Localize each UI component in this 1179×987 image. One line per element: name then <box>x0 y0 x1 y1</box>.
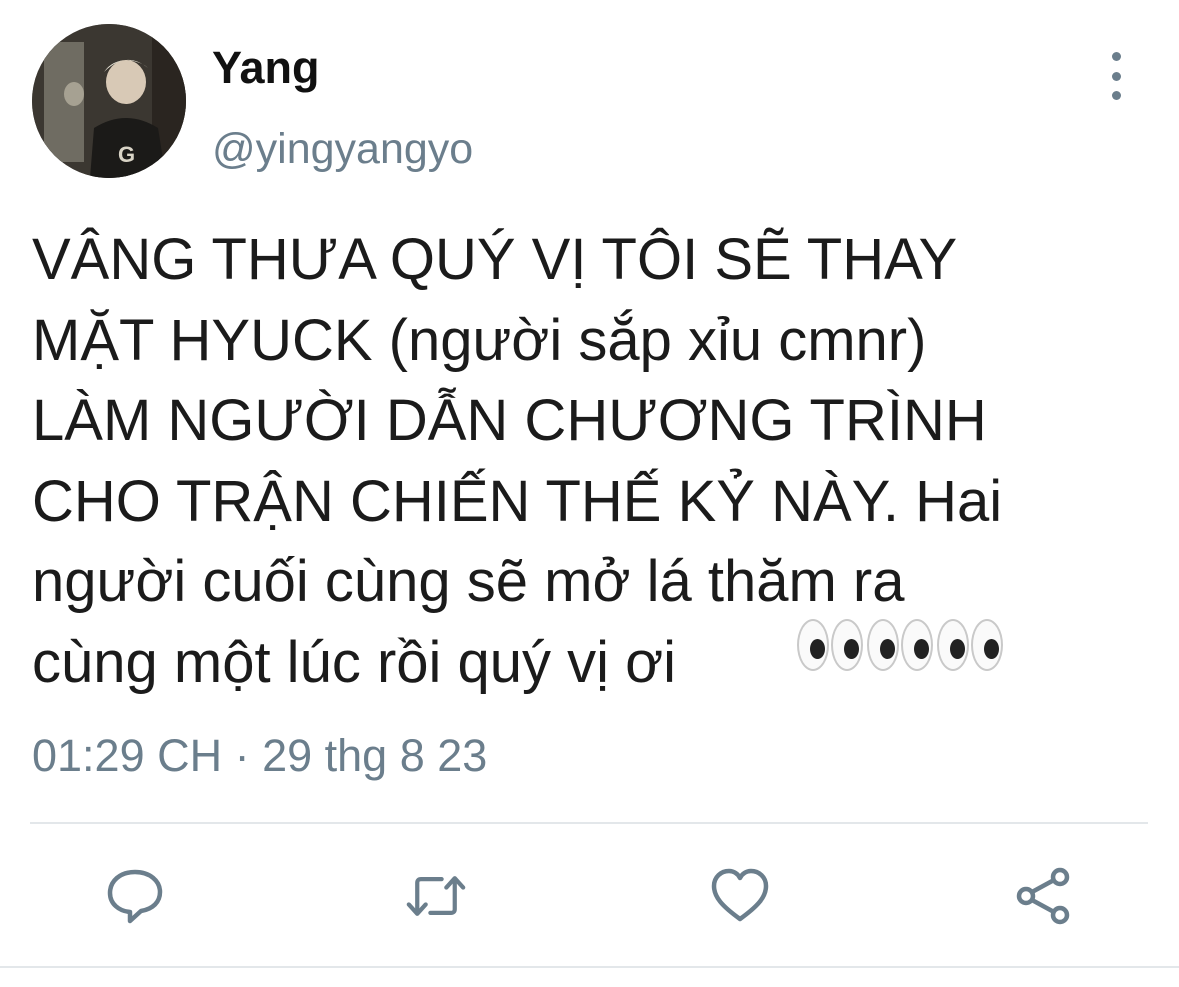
like-button[interactable] <box>708 864 772 928</box>
timestamp[interactable]: 01:29 CH · 29 thg 8 23 <box>32 728 487 784</box>
more-dot <box>1111 91 1121 100</box>
user-handle[interactable]: @yingyangyo <box>212 122 473 176</box>
avatar[interactable]: G <box>32 24 186 178</box>
more-dot <box>1111 52 1121 61</box>
tweet-line: LÀM NGƯỜI DẪN CHƯƠNG TRÌNH <box>32 388 987 453</box>
divider <box>0 966 1179 968</box>
tweet-card: G Yang @yingyangyo VÂNG THƯA QUÝ VỊ TÔI … <box>0 0 1179 987</box>
reply-button[interactable] <box>103 864 167 928</box>
tweet-line: MẶT HYUCK (người sắp xỉu cmnr) <box>32 307 927 373</box>
heart-icon <box>711 868 769 922</box>
eyes-emoji-group <box>797 619 1003 671</box>
share-button[interactable] <box>1012 864 1076 928</box>
tweet-line: người cuối cùng sẽ mở lá thăm ra <box>32 549 905 614</box>
divider <box>30 822 1148 824</box>
tweet-line: VÂNG THƯA QUÝ VỊ TÔI SẼ THAY <box>32 227 958 292</box>
display-name[interactable]: Yang <box>212 40 320 96</box>
retweet-icon <box>406 876 466 916</box>
avatar-image: G <box>32 24 186 178</box>
eyes-emoji <box>797 619 863 671</box>
reply-icon <box>107 869 163 924</box>
retweet-button[interactable] <box>404 864 468 928</box>
more-dot <box>1111 71 1121 81</box>
tweet-line: CHO TRẬN CHIẾN THẾ KỶ NÀY. Hai <box>32 468 1003 534</box>
eyes-emoji <box>937 619 1003 671</box>
eyes-emoji <box>867 619 933 671</box>
svg-text:G: G <box>118 142 135 167</box>
share-icon <box>1016 867 1070 925</box>
more-vertical-icon[interactable] <box>1098 52 1134 100</box>
